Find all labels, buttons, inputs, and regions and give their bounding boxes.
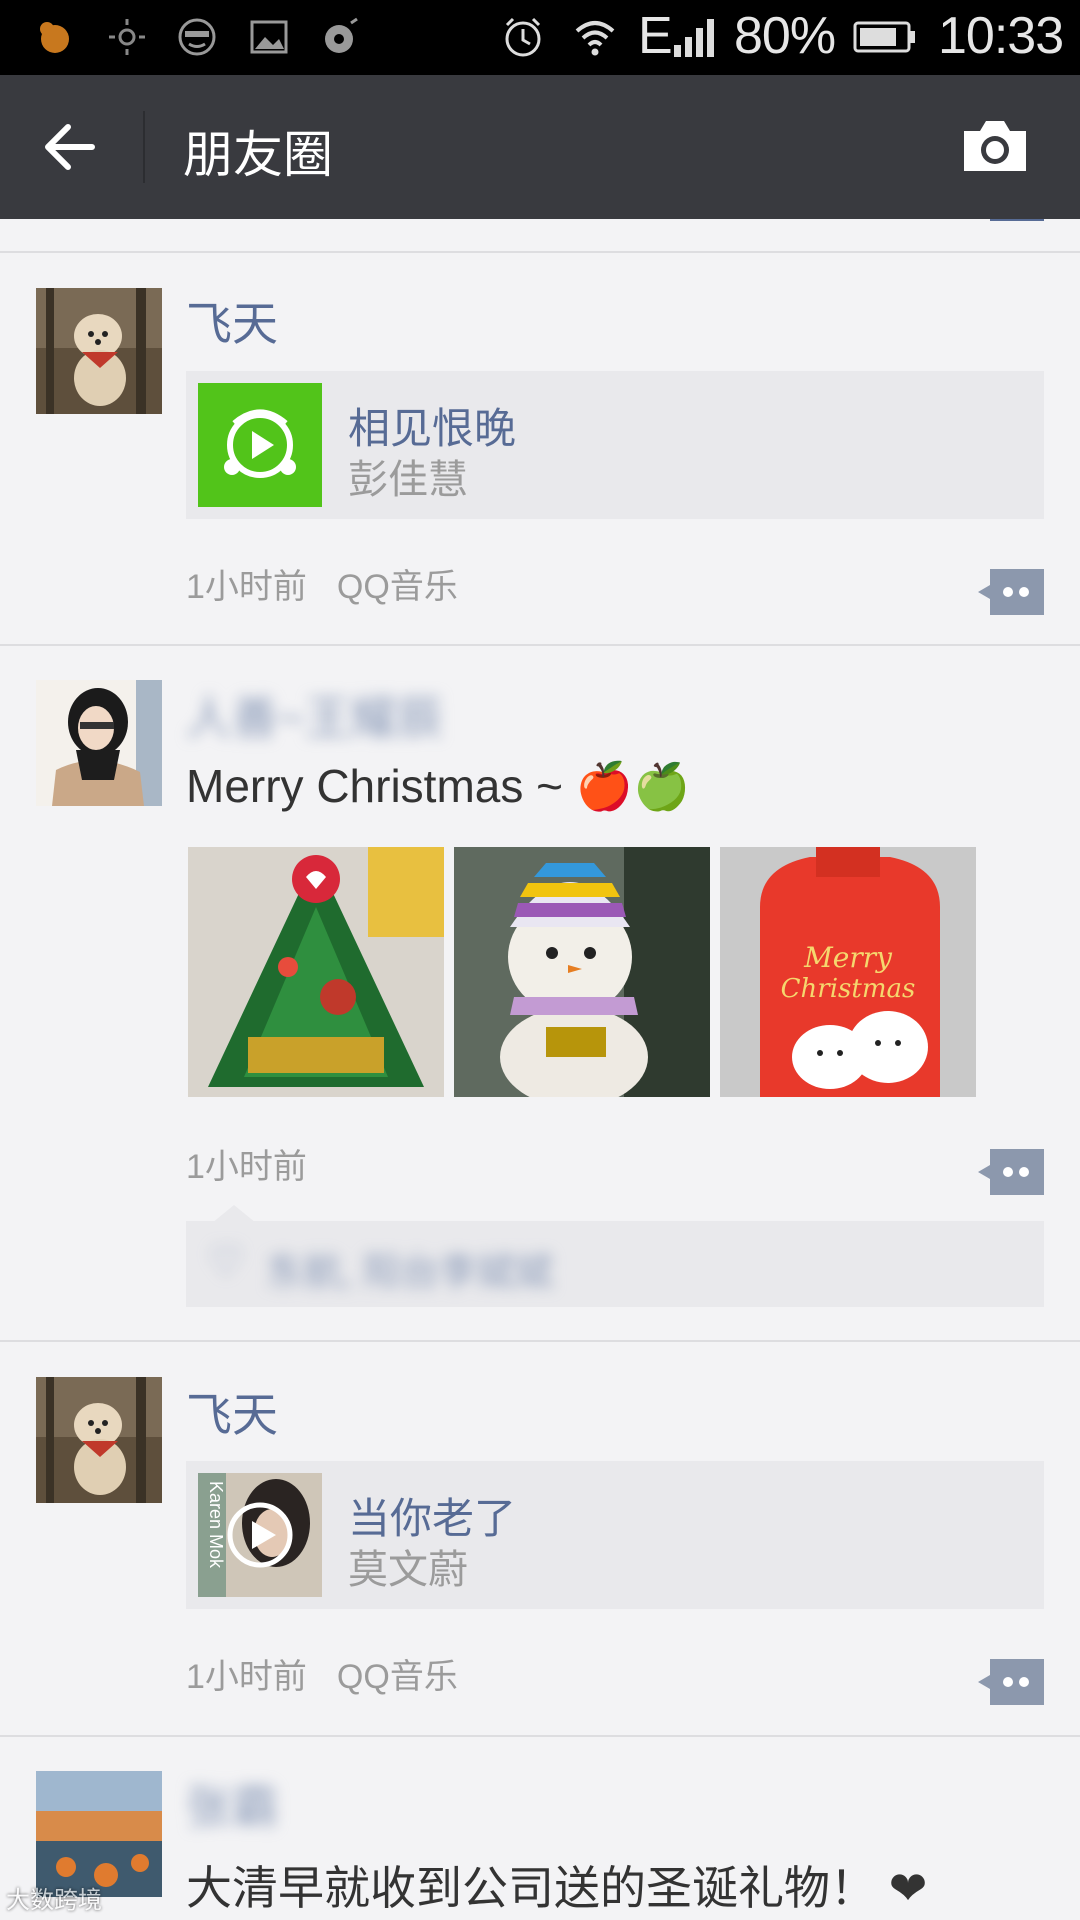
gallery-icon [246, 14, 292, 60]
post-time: 1小时前 [186, 1658, 307, 1696]
camera-icon [964, 121, 1026, 171]
song-artist: 彭佳慧 [348, 458, 468, 502]
comment-icon [978, 1149, 1044, 1195]
dog-avatar-image [36, 288, 162, 414]
photo-thumbnail[interactable] [454, 847, 710, 1097]
heart-icon: ♡ [208, 1240, 244, 1284]
uc-browser-icon [30, 14, 76, 60]
camera-button[interactable] [960, 117, 1030, 177]
likes-panel: ♡ 东航, 阳台李斌斌 [186, 1221, 1044, 1307]
shared-music-card[interactable]: 相见恨晚 彭佳慧 [186, 371, 1044, 519]
avatar[interactable] [36, 680, 162, 806]
post-meta: 1小时前 [186, 1139, 307, 1188]
author-name[interactable]: 飞天 [186, 288, 278, 354]
svg-text:Christmas: Christmas [781, 974, 916, 1004]
sunset-avatar-image [36, 1771, 162, 1897]
signal-icon [670, 14, 720, 60]
network-type: E [638, 7, 673, 65]
liked-by-names[interactable]: 东航, 阳台李斌斌 [266, 1241, 553, 1296]
app-bar: 朋友圈 [0, 75, 1080, 219]
comment-button[interactable] [978, 1149, 1044, 1195]
girl-avatar-image [36, 680, 162, 806]
moments-feed[interactable]: 飞天 相见恨晚 彭佳慧 1小时前 QQ音乐 人善~王耀辰 Merry Chris… [0, 219, 1080, 1920]
photo-thumbnail[interactable]: Merry Christmas [720, 847, 976, 1097]
post-time: 1小时前 [186, 568, 307, 606]
divider [0, 1340, 1080, 1342]
avatar[interactable] [36, 1377, 162, 1503]
post-text: 大清早就收到公司送的圣诞礼物！ ❤ [186, 1862, 928, 1914]
clock: 10:33 [938, 7, 1064, 65]
watermark: 大数跨境 [6, 1887, 102, 1914]
dog-avatar-image [36, 1377, 162, 1503]
shared-music-card[interactable]: Karen Mok 当你老了 莫文蔚 [186, 1461, 1044, 1609]
snowman-toy-image [454, 847, 710, 1097]
face-icon [174, 14, 220, 60]
post-meta: 1小时前 QQ音乐 [186, 559, 458, 608]
back-arrow-icon [45, 124, 95, 170]
post-meta: 1小时前 QQ音乐 [186, 1649, 458, 1698]
music-play-icon [224, 409, 296, 478]
photo-thumbnail[interactable] [188, 847, 444, 1097]
author-name[interactable]: 人善~王耀辰 [186, 682, 443, 748]
song-artist: 莫文蔚 [348, 1548, 468, 1592]
title-divider [143, 111, 145, 183]
post-time: 1小时前 [186, 1148, 307, 1186]
post-source[interactable]: QQ音乐 [337, 568, 458, 606]
back-button[interactable] [40, 117, 110, 177]
music-thumbnail [198, 383, 322, 507]
brightness-icon [104, 14, 150, 60]
author-name[interactable]: 飞天 [186, 1379, 278, 1445]
christmas-card-image: Merry Christmas [720, 847, 976, 1097]
svg-text:Merry: Merry [803, 941, 893, 974]
divider [0, 1735, 1080, 1737]
wifi-icon [572, 14, 618, 60]
comment-button[interactable] [978, 569, 1044, 615]
avatar[interactable] [36, 288, 162, 414]
battery-percent: 80% [734, 7, 836, 65]
status-bar: E 80% 10:33 [0, 0, 1080, 75]
divider [0, 644, 1080, 646]
previous-item-edge [990, 219, 1044, 221]
comment-button[interactable] [978, 1659, 1044, 1705]
alarm-icon [500, 14, 546, 60]
comment-icon [978, 569, 1044, 615]
post-source[interactable]: QQ音乐 [337, 1658, 458, 1696]
voice-message-icon [318, 14, 364, 60]
christmas-tree-gift-image [188, 847, 444, 1097]
divider [0, 251, 1080, 253]
post-text: Merry Christmas ~ 🍎🍏 [186, 760, 691, 812]
album-cover: Karen Mok [198, 1473, 322, 1597]
album-cover-text: Karen Mok [206, 1481, 226, 1569]
avatar[interactable] [36, 1771, 162, 1897]
comment-icon [978, 1659, 1044, 1705]
author-name[interactable]: 张霸 [186, 1771, 278, 1837]
battery-icon [852, 14, 918, 60]
page-title: 朋友圈 [183, 127, 333, 183]
